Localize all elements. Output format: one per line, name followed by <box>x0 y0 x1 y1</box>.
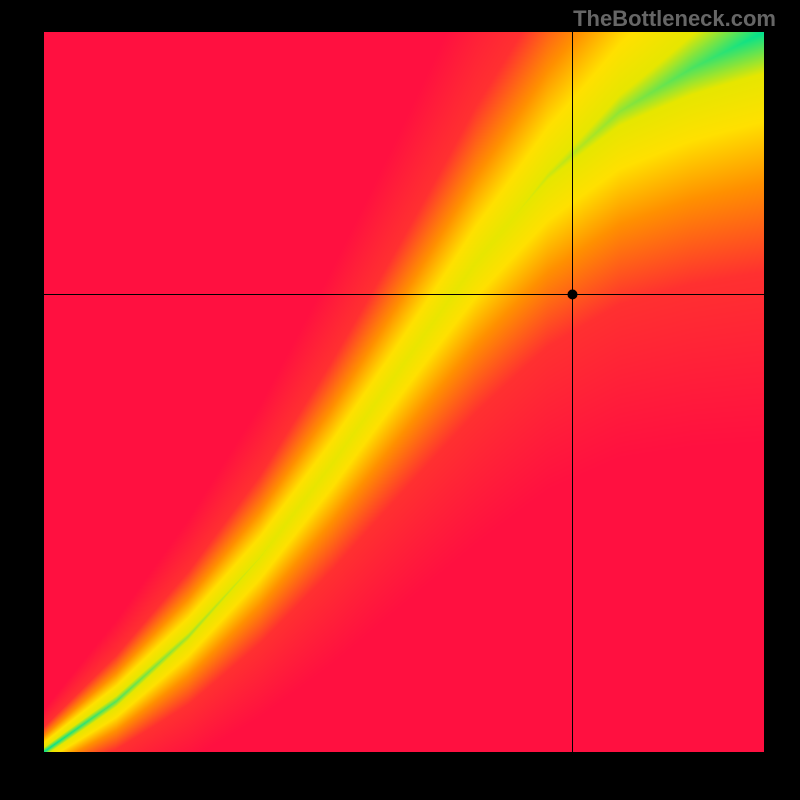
bottleneck-heatmap <box>44 32 764 752</box>
chart-container: TheBottleneck.com <box>0 0 800 800</box>
watermark-text: TheBottleneck.com <box>573 6 776 32</box>
